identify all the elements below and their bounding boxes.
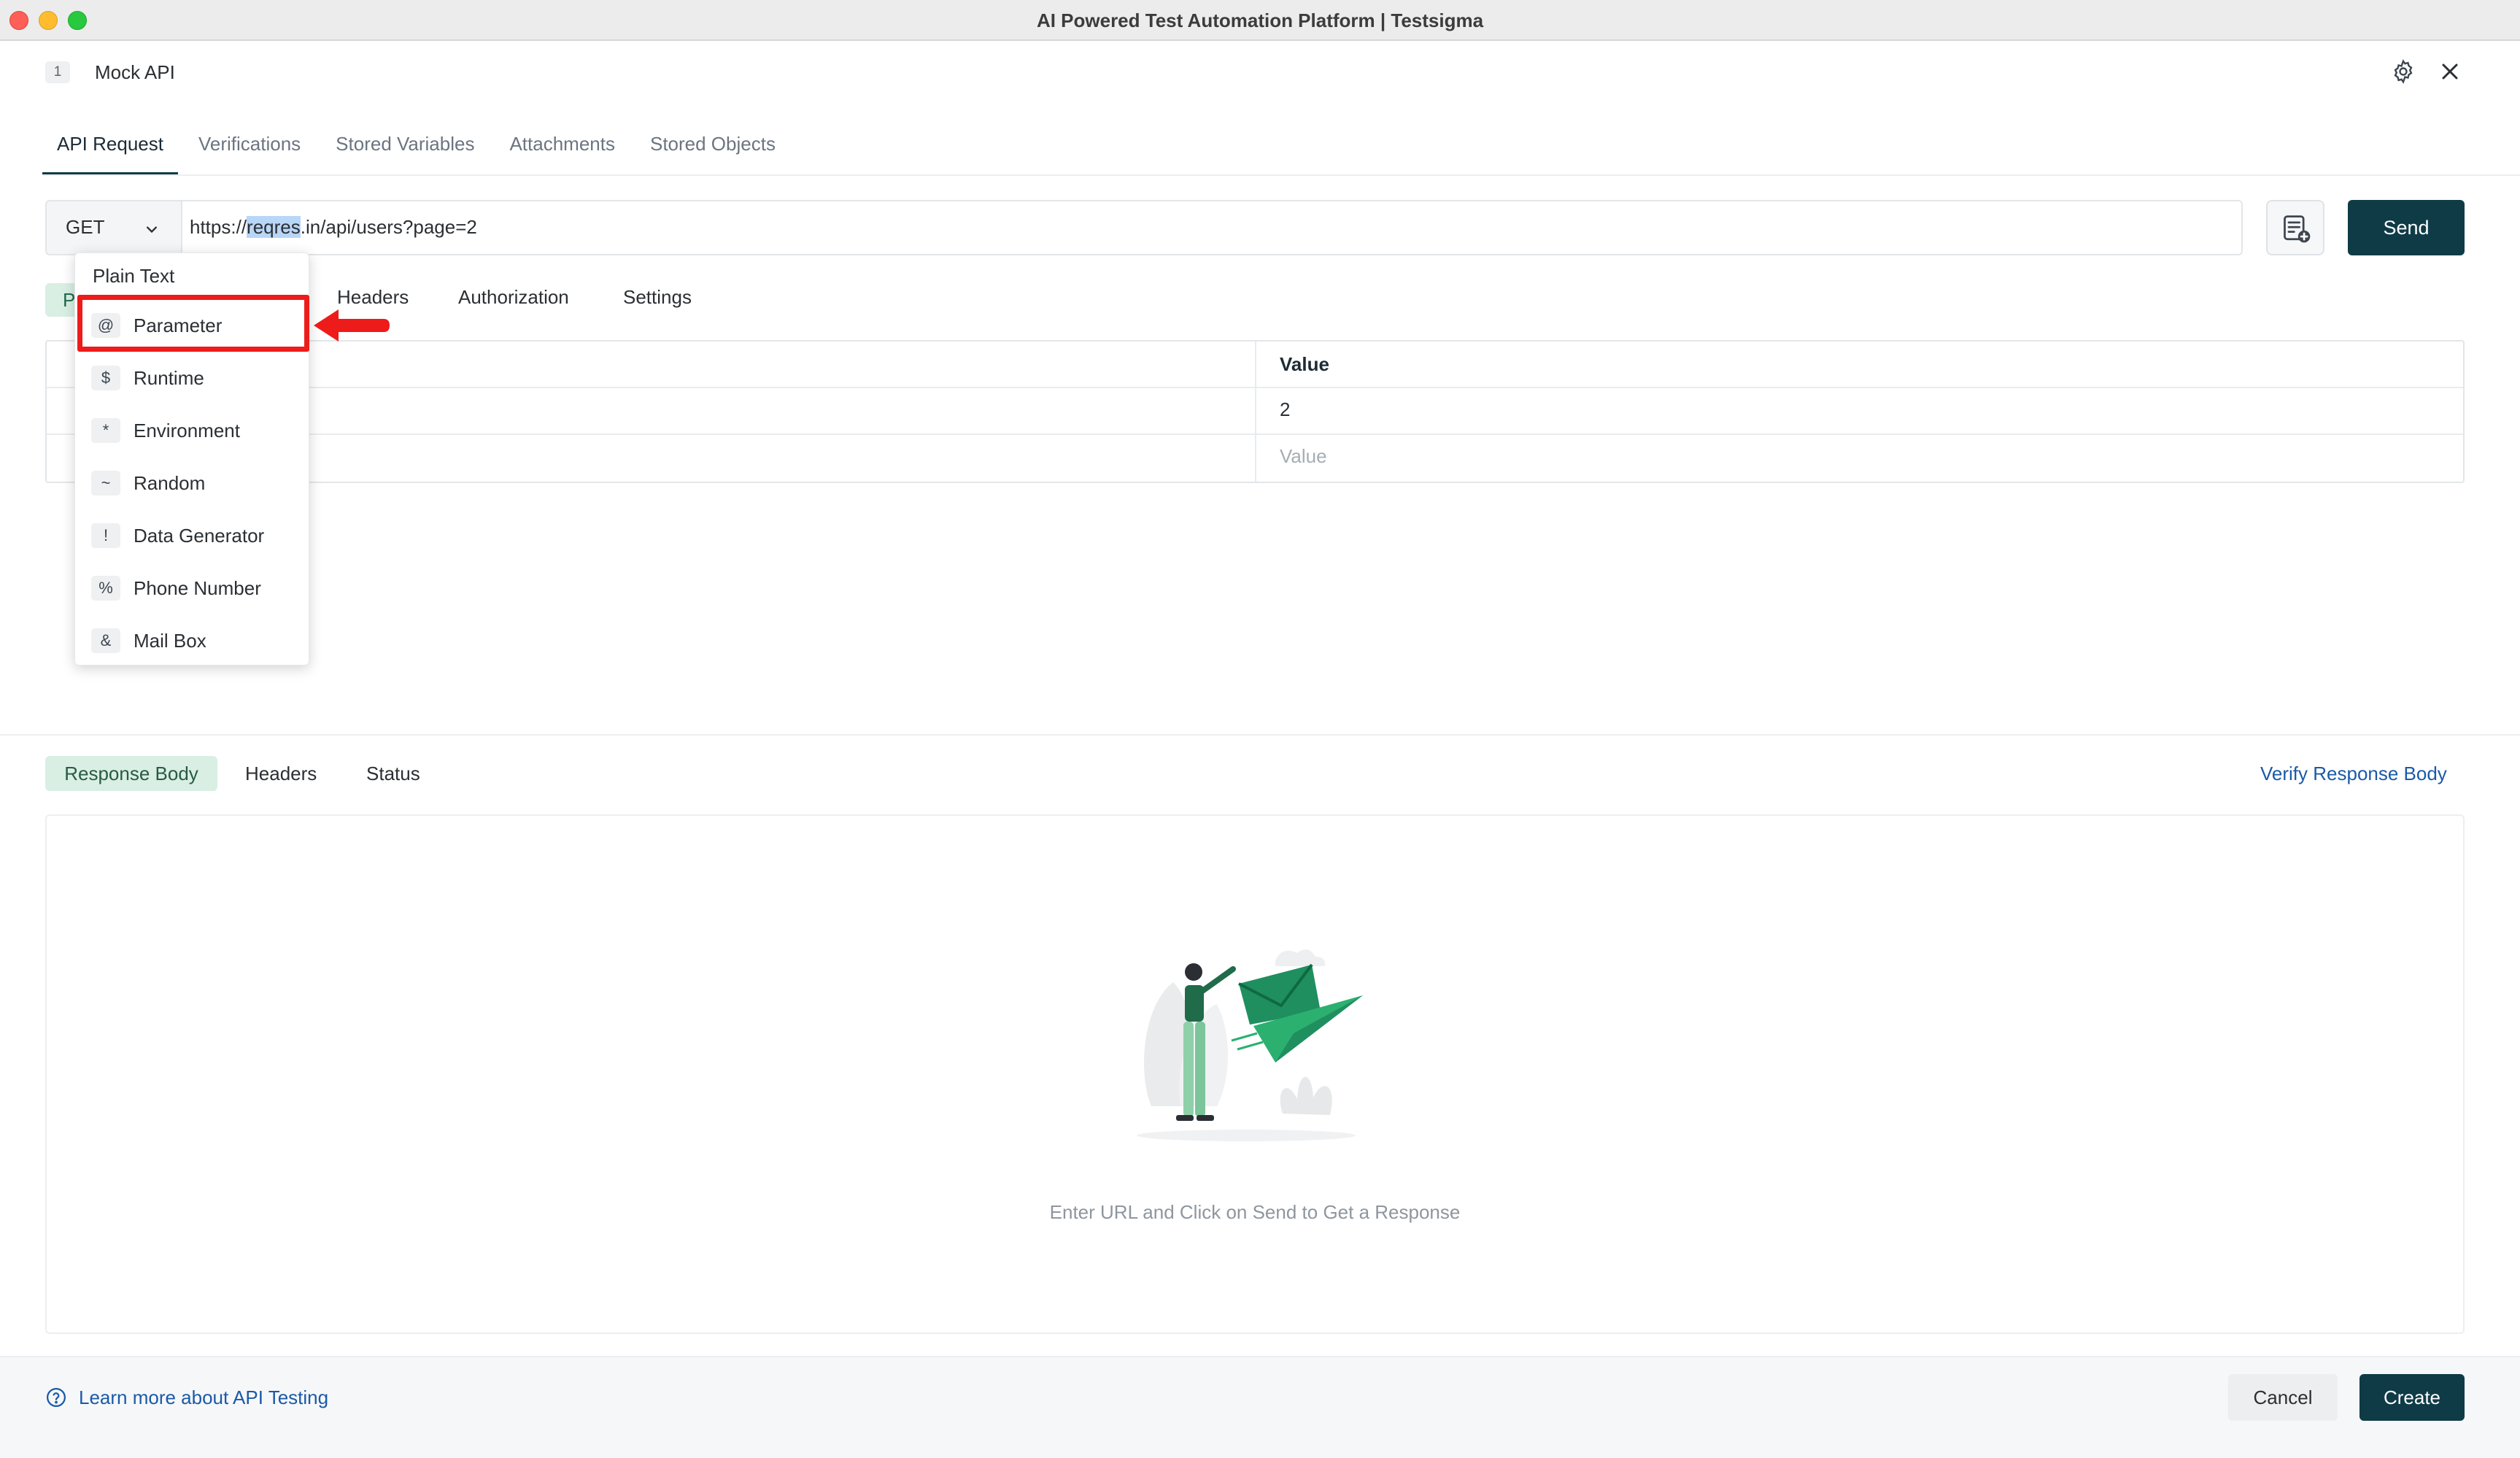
section-divider — [0, 734, 2520, 736]
send-button[interactable]: Send — [2348, 200, 2465, 255]
dropdown-item-mail-box[interactable]: & Mail Box — [75, 614, 309, 666]
dropdown-item-data-generator[interactable]: ! Data Generator — [75, 509, 309, 561]
dropdown-item-label: Environment — [134, 420, 240, 441]
question-circle-icon[interactable] — [45, 1386, 67, 1408]
url-selected-text: reqres — [247, 216, 301, 238]
percent-icon: % — [91, 576, 120, 601]
dropdown-item-label: Data Generator — [134, 525, 265, 547]
send-mail-illustration-icon — [1137, 949, 1363, 1141]
tab-stored-objects[interactable]: Stored Objects — [635, 124, 790, 175]
asterisk-icon: * — [91, 418, 120, 443]
tab-response-headers[interactable]: Headers — [245, 763, 317, 785]
dropdown-item-plain-text[interactable]: Plain Text — [93, 265, 174, 288]
empty-response-message: Enter URL and Click on Send to Get a Res… — [1049, 1201, 1461, 1223]
dropdown-item-label: Mail Box — [134, 630, 206, 652]
url-prefix: https:// — [190, 216, 247, 238]
window-titlebar: AI Powered Test Automation Platform | Te… — [0, 0, 2520, 41]
exclamation-icon: ! — [91, 523, 120, 548]
gear-icon[interactable] — [2390, 58, 2416, 85]
tab-stored-variables[interactable]: Stored Variables — [321, 124, 489, 175]
tabs-divider — [42, 174, 2520, 176]
code-snippet-icon — [2284, 215, 2311, 243]
url-value: https://reqres.in/api/users?page=2 — [190, 216, 477, 239]
tab-attachments[interactable]: Attachments — [495, 124, 630, 175]
footer-bar — [0, 1356, 2520, 1458]
tilde-icon: ~ — [91, 471, 120, 495]
annotation-highlight-box — [77, 295, 309, 352]
learn-more-api-testing-link[interactable]: Learn more about API Testing — [79, 1386, 328, 1409]
tab-request-headers[interactable]: Headers — [337, 286, 409, 309]
tab-settings[interactable]: Settings — [623, 286, 692, 309]
param-value-placeholder[interactable]: Value — [1280, 445, 1327, 468]
tab-response-status[interactable]: Status — [366, 763, 420, 785]
main-tabs: API Request Verifications Stored Variabl… — [42, 124, 796, 175]
dropdown-item-label: Runtime — [134, 367, 204, 389]
code-snippet-button[interactable] — [2266, 200, 2324, 255]
verify-response-body-link[interactable]: Verify Response Body — [2260, 763, 2447, 785]
step-number-badge: 1 — [45, 61, 70, 83]
ampersand-icon: & — [91, 628, 120, 653]
create-button[interactable]: Create — [2359, 1374, 2465, 1421]
dropdown-item-label: Random — [134, 472, 206, 494]
tab-authorization[interactable]: Authorization — [458, 286, 569, 309]
dropdown-item-label: Phone Number — [134, 577, 261, 599]
param-value-cell[interactable]: 2 — [1280, 398, 1290, 421]
tab-api-request[interactable]: API Request — [42, 124, 178, 175]
http-method-select[interactable]: GET — [45, 200, 181, 255]
step-title: Mock API — [95, 61, 175, 83]
tab-params-label: P — [63, 289, 76, 311]
value-column-header: Value — [1280, 353, 1329, 375]
tab-response-body[interactable]: Response Body — [45, 756, 217, 791]
window-title: AI Powered Test Automation Platform | Te… — [1036, 9, 1484, 31]
chevron-down-icon — [147, 226, 157, 234]
cancel-button[interactable]: Cancel — [2228, 1374, 2338, 1421]
dropdown-item-environment[interactable]: * Environment — [75, 404, 309, 456]
dropdown-item-runtime[interactable]: $ Runtime — [75, 351, 309, 404]
close-icon[interactable] — [2437, 58, 2463, 85]
dollar-icon: $ — [91, 366, 120, 390]
http-method-value: GET — [66, 216, 105, 238]
dropdown-item-random[interactable]: ~ Random — [75, 456, 309, 509]
table-column-divider — [1255, 342, 1256, 482]
dropdown-item-phone-number[interactable]: % Phone Number — [75, 561, 309, 614]
params-table: Value 2 Value — [45, 340, 2465, 483]
url-suffix: .in/api/users?page=2 — [300, 216, 477, 238]
tab-verifications[interactable]: Verifications — [184, 124, 315, 175]
annotation-arrow-icon — [314, 309, 390, 342]
url-input[interactable]: https://reqres.in/api/users?page=2 — [181, 200, 2243, 255]
